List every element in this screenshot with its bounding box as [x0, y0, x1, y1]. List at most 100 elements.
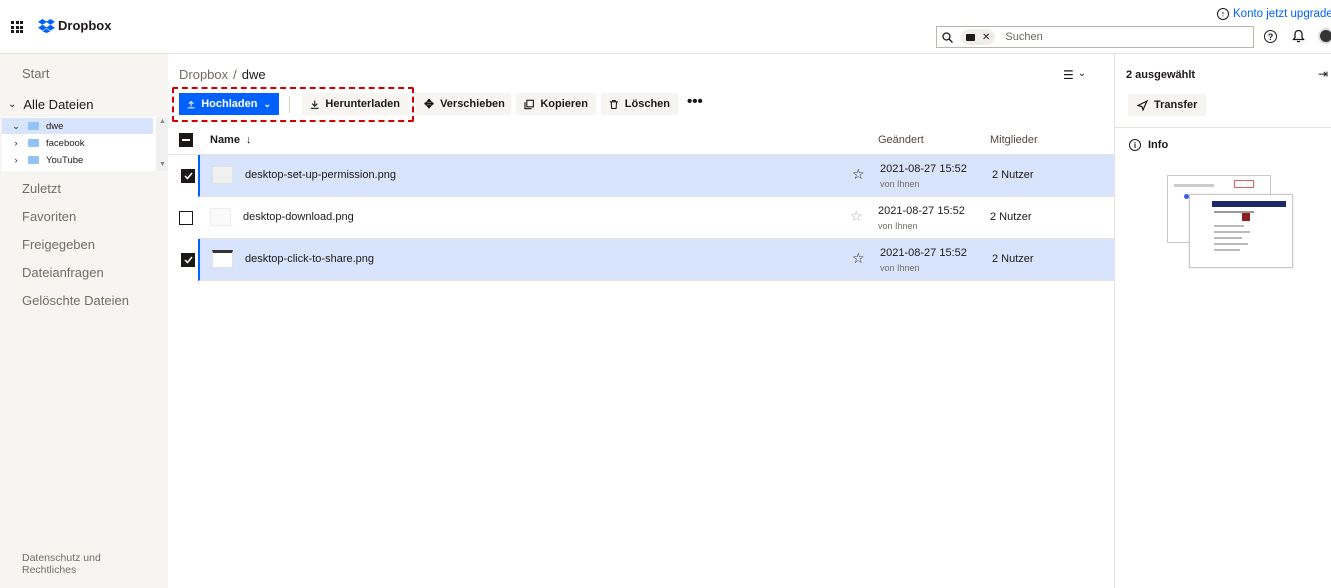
- tree-item-dwe[interactable]: ⌄ dwe: [2, 118, 153, 134]
- breadcrumb-separator: /: [233, 67, 237, 82]
- details-panel: 2 ausgewählt ⇥ Transfer i Info: [1114, 54, 1331, 588]
- move-label: Verschieben: [440, 98, 505, 110]
- chevron-down-icon: ⌄: [1077, 68, 1087, 79]
- row-checkbox[interactable]: [181, 253, 195, 267]
- send-icon: [1137, 99, 1148, 111]
- members-count: 2 Nutzer: [992, 169, 1034, 181]
- sidebar-item-start[interactable]: Start: [22, 66, 49, 81]
- info-section[interactable]: i Info: [1129, 139, 1168, 151]
- transfer-label: Transfer: [1154, 99, 1198, 111]
- row-checkbox[interactable]: [179, 211, 193, 225]
- file-table-header: Name ↓ Geändert Mitglieder: [168, 129, 1114, 155]
- folder-icon: [28, 122, 39, 130]
- move-icon: ✥: [424, 97, 435, 111]
- sidebar-item-shared[interactable]: Freigegeben: [22, 237, 95, 252]
- sidebar-item-deleted-files[interactable]: Gelöschte Dateien: [22, 293, 129, 308]
- file-thumbnail: [212, 250, 233, 268]
- preview-thumbnail: [1189, 194, 1293, 268]
- dropbox-logo[interactable]: Dropbox: [38, 18, 111, 33]
- app-grid-icon[interactable]: [11, 21, 23, 33]
- tree-scrollbar[interactable]: ▲ ▼: [156, 117, 168, 171]
- chevron-right-icon[interactable]: ›: [10, 155, 22, 165]
- upgrade-arrow-icon: ↑: [1217, 8, 1229, 20]
- delete-label: Löschen: [624, 98, 670, 110]
- tree-item-label: dwe: [46, 120, 64, 132]
- folder-icon: [28, 139, 39, 147]
- list-view-icon: ☰: [1063, 68, 1074, 82]
- tree-item-facebook[interactable]: › facebook: [2, 135, 153, 151]
- sidebar-item-all-files[interactable]: ⌄ Alle Dateien: [8, 97, 94, 112]
- privacy-link[interactable]: Datenschutz und Rechtliches: [22, 552, 122, 576]
- sidebar-item-favorites[interactable]: Favoriten: [22, 209, 76, 224]
- modified-by: von Ihnen: [878, 221, 918, 231]
- tree-item-label: facebook: [46, 137, 85, 149]
- scroll-down-icon[interactable]: ▼: [159, 161, 166, 168]
- copy-label: Kopieren: [540, 98, 588, 110]
- row-checkbox[interactable]: [181, 169, 195, 183]
- breadcrumb-root[interactable]: Dropbox: [179, 67, 228, 82]
- modified-date: 2021-08-27 15:52: [880, 247, 967, 259]
- breadcrumb-current: dwe: [241, 67, 266, 82]
- sidebar-item-file-requests[interactable]: Dateianfragen: [22, 265, 104, 280]
- help-icon[interactable]: ?: [1264, 30, 1277, 43]
- column-name[interactable]: Name ↓: [210, 134, 251, 146]
- star-icon[interactable]: ☆: [850, 209, 863, 223]
- column-modified[interactable]: Geändert: [878, 134, 924, 146]
- modified-by: von Ihnen: [880, 179, 920, 189]
- column-name-label: Name: [210, 134, 240, 146]
- copy-icon: [524, 99, 534, 109]
- bell-icon[interactable]: [1292, 29, 1305, 46]
- tree-item-youtube[interactable]: › YouTube: [2, 152, 153, 168]
- star-icon[interactable]: ☆: [852, 251, 865, 265]
- file-name[interactable]: desktop-set-up-permission.png: [245, 169, 396, 181]
- selected-count: 2 ausgewählt: [1126, 69, 1196, 81]
- chevron-down-icon[interactable]: ⌄: [10, 121, 22, 132]
- table-row[interactable]: desktop-set-up-permission.png ☆ 2021-08-…: [181, 155, 1114, 197]
- sidebar-item-recent[interactable]: Zuletzt: [22, 181, 61, 196]
- main-content: Dropbox / dwe ☰ ⌄ Hochladen ⌄ Herunterla…: [168, 54, 1114, 588]
- file-thumbnail: [210, 208, 231, 226]
- view-toggle[interactable]: ☰ ⌄: [1063, 68, 1086, 82]
- chevron-right-icon[interactable]: ›: [10, 138, 22, 148]
- more-options-icon[interactable]: •••: [687, 93, 703, 115]
- chip-close-icon[interactable]: ✕: [982, 32, 990, 43]
- search-icon: [937, 31, 957, 43]
- modified-date: 2021-08-27 15:52: [880, 163, 967, 175]
- search-scope-chip[interactable]: ✕: [961, 29, 996, 45]
- scroll-up-icon[interactable]: ▲: [159, 118, 166, 125]
- members-count: 2 Nutzer: [992, 253, 1034, 265]
- trash-icon: [609, 99, 618, 109]
- sort-arrow-icon: ↓: [245, 134, 252, 146]
- search-input[interactable]: [1005, 31, 1206, 43]
- modified-date: 2021-08-27 15:52: [878, 205, 965, 217]
- star-icon[interactable]: ☆: [852, 167, 865, 181]
- tree-item-label: YouTube: [46, 154, 84, 166]
- column-members[interactable]: Mitglieder: [990, 134, 1038, 146]
- upgrade-link[interactable]: ↑ Konto jetzt upgrader: [1217, 8, 1331, 20]
- sidebar-item-label: Alle Dateien: [23, 97, 94, 112]
- copy-button[interactable]: Kopieren: [516, 93, 596, 115]
- avatar[interactable]: [1318, 28, 1331, 44]
- delete-button[interactable]: Löschen: [601, 93, 678, 115]
- panel-divider: [1115, 127, 1331, 128]
- info-label: Info: [1148, 139, 1169, 151]
- modified-by: von Ihnen: [880, 263, 920, 273]
- file-name[interactable]: desktop-click-to-share.png: [245, 253, 374, 265]
- move-button[interactable]: ✥ Verschieben: [416, 93, 511, 115]
- chevron-down-icon: ⌄: [8, 99, 17, 110]
- collapse-panel-icon[interactable]: ⇥: [1318, 67, 1328, 81]
- breadcrumb: Dropbox / dwe: [179, 67, 266, 82]
- select-all-checkbox[interactable]: [179, 133, 193, 147]
- file-name[interactable]: desktop-download.png: [243, 211, 354, 223]
- transfer-button[interactable]: Transfer: [1128, 94, 1207, 116]
- table-row[interactable]: desktop-download.png ☆ 2021-08-27 15:52 …: [179, 197, 1114, 239]
- highlight-annotation: [172, 87, 414, 122]
- top-bar: Dropbox ↑ Konto jetzt upgrader ✕ ?: [0, 0, 1331, 54]
- search-bar[interactable]: ✕: [936, 26, 1254, 48]
- brand-name: Dropbox: [58, 18, 112, 33]
- members-count: 2 Nutzer: [990, 211, 1032, 223]
- file-thumbnail: [212, 166, 233, 184]
- upgrade-label: Konto jetzt upgrader: [1233, 8, 1331, 20]
- table-row[interactable]: desktop-click-to-share.png ☆ 2021-08-27 …: [181, 239, 1114, 281]
- sidebar: Start ⌄ Alle Dateien ⌄ dwe › facebook › …: [0, 54, 168, 588]
